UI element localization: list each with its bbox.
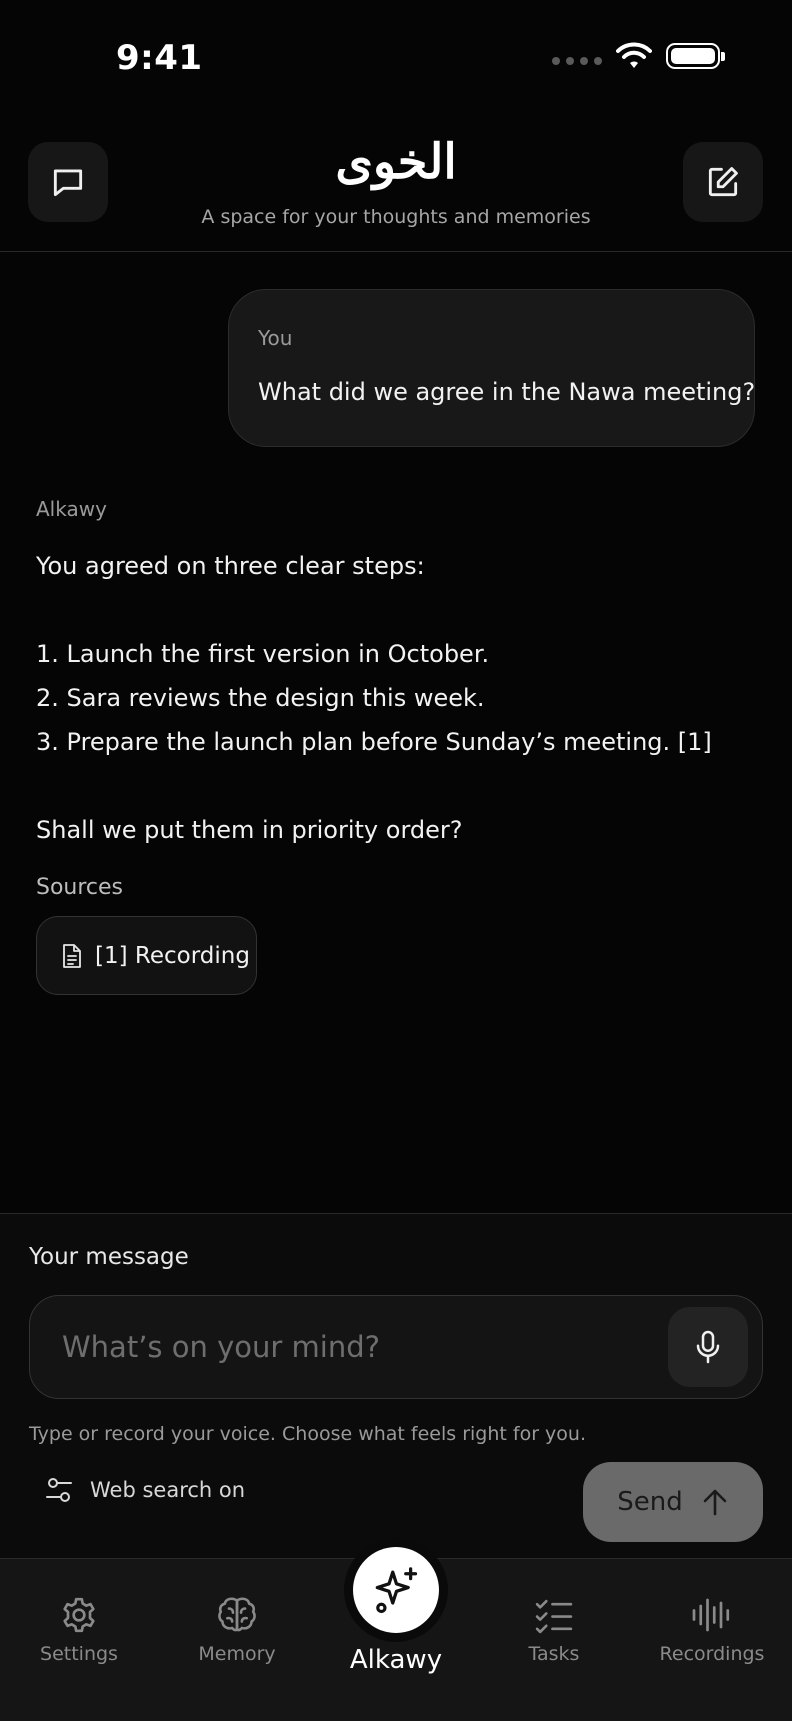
microphone-icon [696,1330,720,1364]
tab-label: Alkawy [349,1645,443,1675]
status-time: 9:41 [116,38,203,78]
voice-record-button[interactable] [668,1307,748,1387]
composer-hint: Type or record your voice. Choose what f… [29,1423,586,1445]
brain-icon [218,1597,256,1632]
document-icon [63,943,81,968]
web-search-label: Web search on [90,1478,246,1502]
tab-recordings[interactable]: Recordings [647,1593,777,1665]
web-search-toggle[interactable]: Web search on [44,1475,245,1505]
new-chat-button[interactable] [683,142,763,222]
compose-icon [708,167,738,197]
tab-label: Memory [198,1643,276,1665]
composer-label: Your message [29,1244,189,1270]
message-composer: Your message Type or record your voice. … [0,1213,792,1558]
tab-bar: Settings Memory Alkawy Tasks Recordings [0,1538,792,1721]
send-label: Send [617,1487,683,1517]
sliders-icon [46,1478,72,1502]
source-chip-label: [1] Recording [95,942,250,969]
message-input[interactable] [62,1296,622,1398]
assistant-list-item: 2. Sara reviews the design this week. [36,684,485,712]
arrow-up-icon [703,1489,727,1516]
message-text: What did we agree in the Nawa meeting? [258,378,756,406]
message-author: You [258,326,293,350]
send-button[interactable]: Send [583,1462,763,1542]
battery-icon [666,43,725,69]
checklist-icon [535,1599,573,1634]
wifi-icon [616,42,652,68]
user-message-bubble: You What did we agree in the Nawa meetin… [228,289,755,447]
message-input-box [29,1295,763,1399]
assistant-name: Alkawy [36,497,107,521]
app-header: الخوى A space for your thoughts and memo… [0,118,792,252]
tab-alkawy[interactable]: Alkawy [338,1538,454,1675]
sources-label: Sources [36,875,124,900]
status-bar: 9:41 [0,0,792,118]
waveform-icon [692,1598,730,1632]
tab-label: Settings [40,1643,118,1665]
assistant-message: Alkawy You agreed on three clear steps: … [36,497,756,995]
assistant-text-line: You agreed on three clear steps: [36,552,425,580]
tab-memory[interactable]: Memory [172,1593,302,1665]
source-chip[interactable]: [1] Recording [36,916,257,995]
app-subtitle: A space for your thoughts and memories [201,206,591,228]
tab-tasks[interactable]: Tasks [489,1593,619,1665]
sparkle-icon [375,1567,418,1614]
cellular-signal-icon [552,57,602,65]
assistant-list-item: 3. Prepare the launch plan before Sunday… [36,728,712,756]
assistant-text-line: Shall we put them in priority order? [36,816,463,844]
tab-label: Tasks [528,1643,580,1665]
status-icons [552,42,725,70]
assistant-list-item: 1. Launch the first version in October. [36,640,490,668]
alkawy-button [353,1547,439,1633]
tab-label: Recordings [659,1643,765,1665]
gear-icon [63,1597,95,1633]
app-title: الخوى [335,134,457,190]
tab-settings[interactable]: Settings [14,1593,144,1665]
